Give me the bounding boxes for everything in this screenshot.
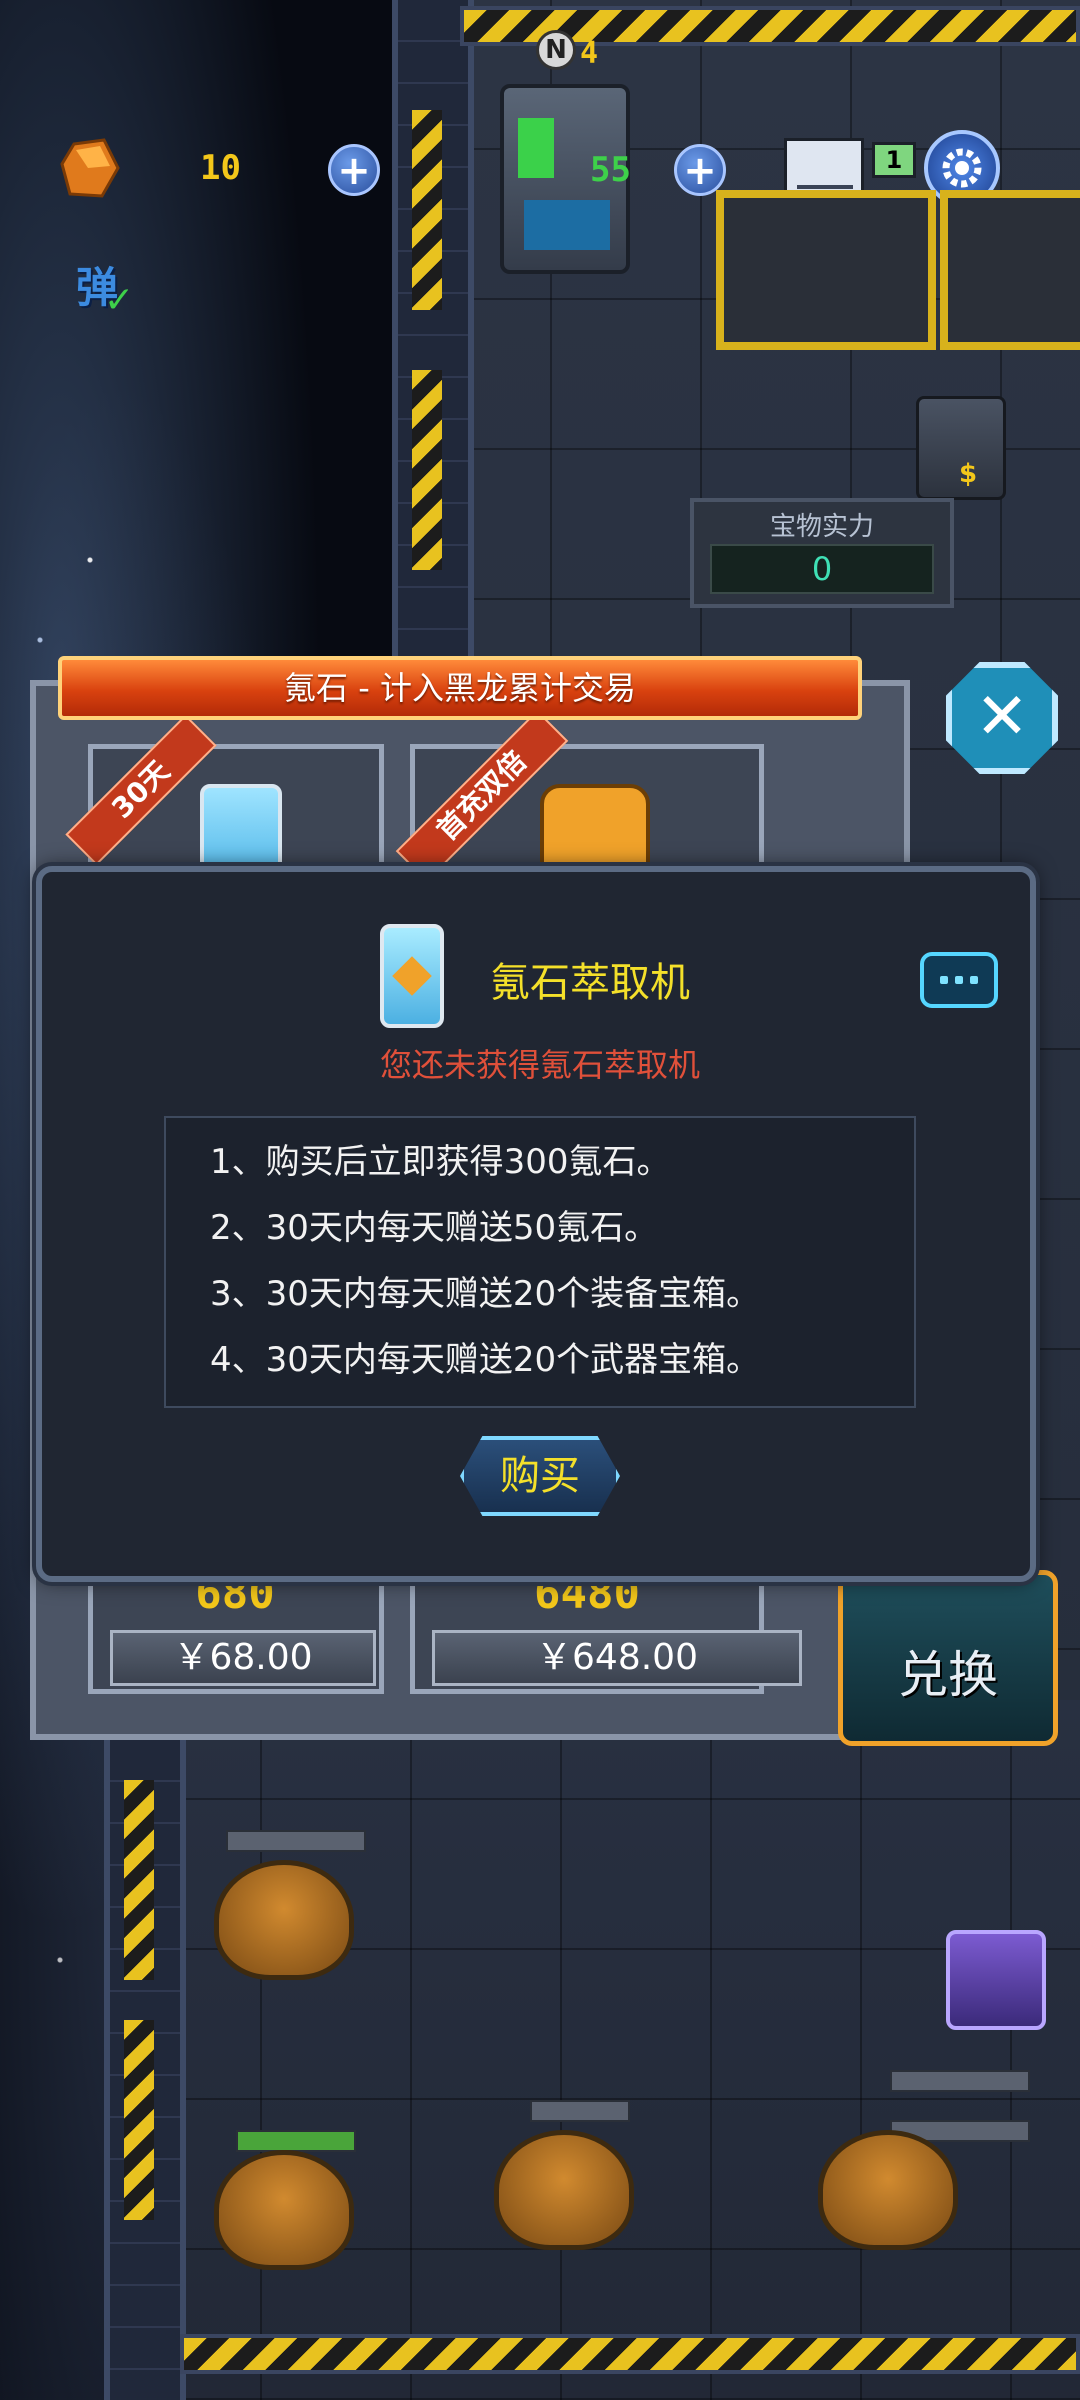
- check-icon: ✓: [104, 280, 135, 321]
- description-line: 3、30天内每天赠送20个装备宝箱。: [210, 1274, 761, 1314]
- description-line: 1、购买后立即获得300氪石。: [210, 1142, 671, 1182]
- exchange-button[interactable]: 兑换: [838, 1570, 1058, 1746]
- base-floor-lower: [110, 1700, 1080, 2400]
- turret-gun: [226, 1830, 366, 1852]
- price-button[interactable]: ￥68.00: [110, 1630, 376, 1686]
- turret[interactable]: [214, 2150, 354, 2270]
- crystal-count: 10: [200, 148, 241, 188]
- turret-gun: [530, 2100, 630, 2122]
- buy-button[interactable]: 购买: [460, 1436, 620, 1516]
- crystal-pile-icon: [540, 784, 650, 874]
- turret[interactable]: [214, 1860, 354, 1980]
- workshop-bay[interactable]: [716, 190, 936, 350]
- chat-icon[interactable]: [920, 952, 998, 1008]
- level-badge: 4: [580, 36, 599, 71]
- turret-gun: [236, 2130, 356, 2152]
- drone-icon[interactable]: [946, 1930, 1046, 2030]
- level-icon: N: [536, 30, 576, 70]
- shop-title: 氪石 - 计入黑龙累计交易: [58, 656, 862, 720]
- shop-terminal-icon[interactable]: $: [916, 396, 1006, 500]
- hazard-stripe-bottom: [180, 2334, 1080, 2374]
- modal-subtitle: 您还未获得氪石萃取机: [379, 1046, 700, 1084]
- description-line: 2、30天内每天赠送50氪石。: [210, 1208, 659, 1248]
- turret[interactable]: [818, 2130, 958, 2250]
- treasure-power-value: 0: [710, 544, 934, 594]
- support-pillar-lower: [104, 1740, 186, 2400]
- treasure-power-label: 宝物实力: [769, 512, 874, 542]
- flag-count: 1: [872, 142, 916, 178]
- exchange-label: 兑换: [898, 1646, 998, 1704]
- crystal-icon: [60, 138, 120, 200]
- price-button[interactable]: ￥648.00: [432, 1630, 802, 1686]
- add-energy-button[interactable]: +: [674, 144, 726, 196]
- robot-arm-bay[interactable]: [940, 190, 1080, 350]
- add-crystal-button[interactable]: +: [328, 144, 380, 196]
- energy-count: 55: [590, 150, 631, 190]
- modal-title: 氪石萃取机: [490, 960, 690, 1006]
- description-line: 4、30天内每天赠送20个武器宝箱。: [210, 1340, 761, 1380]
- extractor-icon: [380, 924, 444, 1028]
- treasure-power-panel: 宝物实力 0: [690, 498, 954, 608]
- turret-gun: [890, 2070, 1030, 2092]
- turret[interactable]: [494, 2130, 634, 2250]
- support-pillar: [392, 0, 474, 680]
